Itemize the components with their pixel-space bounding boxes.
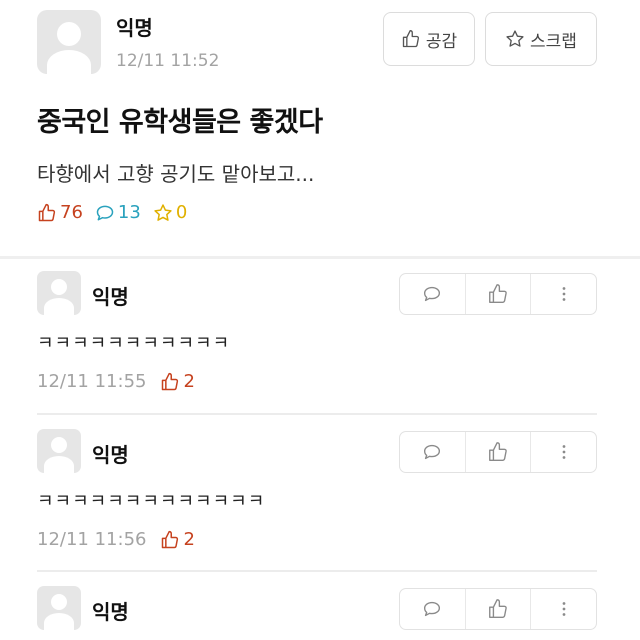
comment-actions xyxy=(399,588,597,630)
comment-author: 익명 xyxy=(92,600,129,624)
comment-icon xyxy=(424,601,441,617)
comment-meta: 12/11 11:55 2 xyxy=(37,371,195,392)
comment-meta: 12/11 11:56 2 xyxy=(37,529,195,550)
comment-item: 익명 ㅋㅋㅋㅋㅋㅋㅋㅋㅋㅋㅋㅋㅋ 12/11 11:56 2 xyxy=(0,415,640,570)
post: 익명 12/11 11:52 공감 스크랩 중국인 유학생들은 좋겠다 타향에서… xyxy=(0,0,640,256)
more-options-button[interactable] xyxy=(531,589,596,629)
comment-votes: 2 xyxy=(160,371,195,392)
like-count: 76 xyxy=(37,202,83,223)
comment-icon xyxy=(424,286,441,302)
thumbs-up-icon xyxy=(489,599,507,618)
more-vertical-icon xyxy=(562,602,566,616)
like-count-value: 76 xyxy=(60,202,83,223)
comment-time: 12/11 11:56 xyxy=(37,529,147,550)
avatar xyxy=(37,429,81,473)
reply-button[interactable] xyxy=(400,432,466,472)
comment-item: 익명 xyxy=(0,572,640,640)
comment-icon xyxy=(96,205,114,220)
comment-text: ㅋㅋㅋㅋㅋㅋㅋㅋㅋㅋㅋ xyxy=(37,333,231,354)
avatar xyxy=(37,271,81,315)
thumbs-up-icon xyxy=(38,203,56,221)
post-title: 중국인 유학생들은 좋겠다 xyxy=(37,107,323,138)
star-icon xyxy=(506,30,524,47)
comment-author: 익명 xyxy=(92,443,129,467)
comment-text: ㅋㅋㅋㅋㅋㅋㅋㅋㅋㅋㅋㅋㅋ xyxy=(37,491,266,512)
scrap-count: 0 xyxy=(153,202,187,223)
thumbs-up-icon xyxy=(162,530,179,548)
comment-like-button[interactable] xyxy=(466,432,532,472)
post-stats: 76 13 0 xyxy=(37,202,187,223)
comment-actions xyxy=(399,431,597,473)
comment-count: 13 xyxy=(95,202,141,223)
comment-count-value: 13 xyxy=(117,202,141,223)
thumbs-up-icon xyxy=(402,30,419,48)
comment-like-button[interactable] xyxy=(466,274,532,314)
like-button-label: 공감 xyxy=(425,31,458,52)
thumbs-up-icon xyxy=(162,372,179,390)
thumbs-up-icon xyxy=(489,284,507,303)
scrap-button[interactable]: 스크랩 xyxy=(485,12,597,66)
comment-time: 12/11 11:55 xyxy=(37,371,147,392)
post-author: 익명 xyxy=(116,16,153,40)
more-vertical-icon xyxy=(562,287,566,301)
like-button[interactable]: 공감 xyxy=(383,12,475,66)
comment-actions xyxy=(399,273,597,315)
thumbs-up-icon xyxy=(489,442,507,461)
comment-vote-count: 2 xyxy=(183,529,195,550)
comment-author: 익명 xyxy=(92,285,129,309)
comment-votes: 2 xyxy=(160,529,195,550)
post-body: 타향에서 고향 공기도 맡아보고... xyxy=(37,162,315,186)
more-vertical-icon xyxy=(562,445,566,459)
reply-button[interactable] xyxy=(400,589,466,629)
post-time: 12/11 11:52 xyxy=(116,51,220,71)
comment-item: 익명 ㅋㅋㅋㅋㅋㅋㅋㅋㅋㅋㅋ 12/11 11:55 2 xyxy=(0,259,640,413)
avatar xyxy=(37,10,101,74)
star-icon xyxy=(154,203,172,221)
more-options-button[interactable] xyxy=(531,432,596,472)
comment-vote-count: 2 xyxy=(183,371,195,392)
comment-icon xyxy=(424,444,441,460)
scrap-button-label: 스크랩 xyxy=(530,31,577,52)
reply-button[interactable] xyxy=(400,274,466,314)
scrap-count-value: 0 xyxy=(175,202,188,223)
avatar xyxy=(37,586,81,630)
comment-like-button[interactable] xyxy=(466,589,532,629)
more-options-button[interactable] xyxy=(531,274,596,314)
